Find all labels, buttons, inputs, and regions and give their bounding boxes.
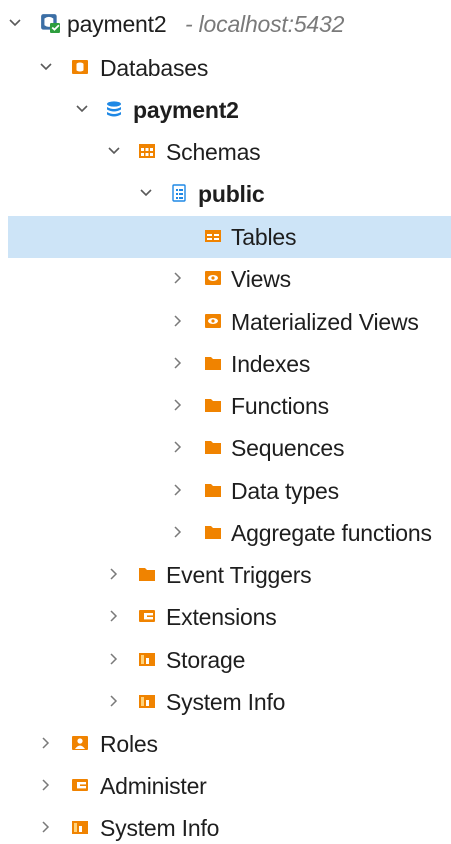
databases-label: Databases [100, 55, 209, 81]
extensions-label: Extensions [166, 604, 277, 630]
table-icon [205, 230, 221, 242]
sequences-label: Sequences [231, 435, 345, 461]
tree-node-databases[interactable]: Databases [0, 47, 451, 89]
storage-label: Storage [166, 647, 246, 673]
postgres-server-icon [40, 13, 60, 33]
tree-node-tables[interactable]: Tables [8, 216, 451, 258]
tree-node-database[interactable]: payment2 [0, 89, 451, 131]
tree-node-db-system-info[interactable]: System Info [0, 681, 451, 723]
chevron-down-icon[interactable] [9, 17, 21, 29]
folder-icon [205, 526, 221, 539]
chevron-right-icon[interactable] [108, 653, 120, 665]
db-system-info-label: System Info [166, 689, 286, 715]
data-types-label: Data types [231, 478, 339, 504]
schema-icon [172, 184, 186, 202]
chevron-right-icon[interactable] [108, 610, 120, 622]
administer-label: Administer [100, 773, 207, 799]
server-system-info-label: System Info [100, 815, 220, 841]
aggregate-functions-label: Aggregate functions [231, 520, 432, 546]
chevron-right-icon[interactable] [172, 272, 184, 284]
system-info-icon [72, 821, 88, 834]
chevron-down-icon[interactable] [140, 187, 152, 199]
chevron-right-icon[interactable] [40, 821, 52, 833]
views-label: Views [231, 266, 291, 292]
chevron-right-icon[interactable] [172, 526, 184, 538]
roles-label: Roles [100, 731, 158, 757]
folder-icon [205, 484, 221, 497]
chevron-right-icon[interactable] [172, 315, 184, 327]
chevron-right-icon[interactable] [172, 441, 184, 453]
tree-node-functions[interactable]: Functions [0, 385, 451, 427]
tree-node-server[interactable]: payment2 - localhost:5432 [0, 3, 451, 45]
chevron-right-icon[interactable] [40, 737, 52, 749]
folder-icon [205, 399, 221, 412]
chevron-down-icon[interactable] [108, 145, 120, 157]
system-info-icon [139, 695, 155, 708]
view-icon [205, 314, 221, 328]
view-icon [205, 271, 221, 285]
server-host: - localhost:5432 [185, 11, 345, 37]
event-triggers-label: Event Triggers [166, 562, 312, 588]
database-label: payment2 [133, 97, 239, 123]
tree-node-event-triggers[interactable]: Event Triggers [0, 554, 451, 596]
tree-node-views[interactable]: Views [0, 258, 451, 300]
folder-icon [205, 357, 221, 370]
chevron-right-icon[interactable] [172, 484, 184, 496]
schemas-label: Schemas [166, 139, 261, 165]
database-navigator-tree: payment2 - localhost:5432 Databases paym… [0, 0, 451, 844]
chevron-right-icon[interactable] [40, 779, 52, 791]
tables-label: Tables [231, 224, 297, 250]
roles-icon [72, 736, 88, 750]
chevron-right-icon[interactable] [108, 568, 120, 580]
tree-node-data-types[interactable]: Data types [0, 470, 451, 512]
tree-node-extensions[interactable]: Extensions [0, 596, 451, 638]
tree-node-schema-public[interactable]: public [0, 173, 451, 215]
extension-icon [139, 610, 155, 622]
tree-node-materialized-views[interactable]: Materialized Views [0, 301, 451, 343]
schemas-folder-icon [139, 144, 155, 158]
functions-label: Functions [231, 393, 329, 419]
tree-node-schemas[interactable]: Schemas [0, 131, 451, 173]
tree-node-sequences[interactable]: Sequences [0, 427, 451, 469]
server-name: payment2 [67, 11, 167, 37]
chevron-right-icon[interactable] [172, 399, 184, 411]
tree-node-aggregate-functions[interactable]: Aggregate functions [0, 512, 451, 554]
indexes-label: Indexes [231, 351, 311, 377]
folder-icon [139, 568, 155, 581]
chevron-right-icon[interactable] [108, 695, 120, 707]
tree-node-server-system-info[interactable]: System Info [0, 807, 451, 844]
tree-node-administer[interactable]: Administer [0, 765, 451, 807]
database-icon [107, 101, 121, 117]
chevron-down-icon[interactable] [76, 103, 88, 115]
tree-node-roles[interactable]: Roles [0, 723, 451, 765]
storage-icon [139, 653, 155, 666]
folder-icon [205, 441, 221, 454]
databases-folder-icon [72, 60, 88, 74]
chevron-right-icon[interactable] [172, 357, 184, 369]
tree-node-storage[interactable]: Storage [0, 639, 451, 681]
chevron-down-icon[interactable] [40, 61, 52, 73]
administer-icon [72, 779, 88, 791]
materialized-views-label: Materialized Views [231, 309, 419, 335]
tree-node-indexes[interactable]: Indexes [0, 343, 451, 385]
schema-label: public [198, 181, 265, 207]
